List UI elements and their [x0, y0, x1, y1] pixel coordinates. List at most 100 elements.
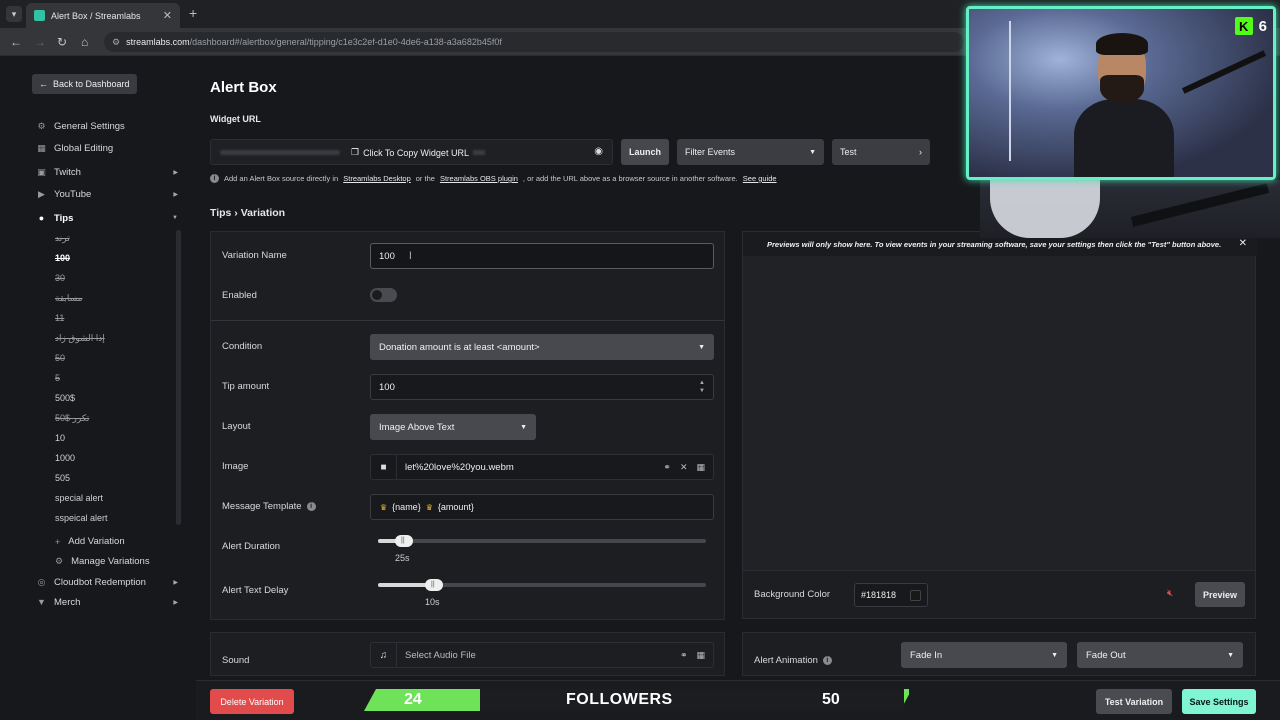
variation-item[interactable]: 5	[55, 373, 60, 383]
filter-events-select[interactable]: Filter Events ▼	[677, 139, 824, 165]
test-variation-button[interactable]: Test Variation	[1096, 689, 1172, 714]
variation-item[interactable]: 30	[55, 273, 65, 283]
mute-icon[interactable]: 🔇︎	[1167, 588, 1173, 599]
variation-item[interactable]: ترند	[55, 233, 70, 244]
image-file-field[interactable]: ■ let%20love%20you.webm ⚭ ✕ ▦	[370, 454, 714, 480]
preview-button[interactable]: Preview	[1195, 582, 1245, 607]
variation-item[interactable]: 1000	[55, 453, 75, 463]
tip-amount-input[interactable]: 100 ▲ ▼	[370, 374, 714, 400]
copy-url[interactable]: ❐ Click To Copy Widget URL	[351, 147, 469, 158]
obs-plugin-link[interactable]: Streamlabs OBS plugin	[440, 174, 518, 183]
variation-name-value: 100	[379, 250, 395, 262]
variation-name-label: Variation Name	[222, 250, 287, 261]
delete-variation-button[interactable]: Delete Variation	[210, 689, 294, 714]
preview-area: Previews will only show here. To view ev…	[742, 231, 1257, 571]
video-file-icon[interactable]: ■	[371, 455, 397, 479]
variation-item[interactable]: 50$ تكرر	[55, 413, 89, 424]
sidebar-item-twitch[interactable]: ▣ Twitch ▶	[36, 164, 184, 180]
forward-icon[interactable]: →	[34, 35, 46, 49]
tab-title: Alert Box / Streamlabs	[51, 10, 141, 21]
variation-item[interactable]: 500$	[55, 393, 75, 403]
variation-item[interactable]: sspeical alert	[55, 513, 108, 523]
sound-file-field[interactable]: ♫ Select Audio File ⚭ ▦	[370, 642, 714, 668]
twitch-icon: ▣	[37, 166, 46, 177]
enabled-toggle[interactable]	[370, 288, 397, 302]
sidebar-item-label: General Settings	[54, 120, 125, 132]
color-swatch[interactable]	[910, 589, 921, 601]
info-icon[interactable]: i	[306, 502, 316, 511]
music-note-icon[interactable]: ♫	[371, 643, 397, 667]
reload-icon[interactable]: ↻	[57, 35, 67, 49]
grid-icon[interactable]: ▦	[696, 650, 705, 661]
background-color-input[interactable]: #181818	[854, 583, 928, 607]
variation-item-selected[interactable]: 100	[44, 249, 177, 266]
animation-in-select[interactable]: Fade In ▼	[901, 642, 1067, 668]
save-settings-button[interactable]: Save Settings	[1182, 689, 1256, 714]
variation-item[interactable]: special alert	[55, 493, 103, 503]
tab-search-icon[interactable]: ▾	[6, 6, 22, 22]
slider-thumb[interactable]	[425, 579, 443, 591]
chevron-down-icon: ▼	[1227, 651, 1234, 659]
browser-tab[interactable]: Alert Box / Streamlabs ✕	[26, 3, 180, 28]
alert-animation-text: Alert Animation	[754, 655, 818, 666]
animation-out-select[interactable]: Fade Out ▼	[1077, 642, 1243, 668]
alert-text-delay-slider[interactable]	[378, 579, 706, 591]
slider-thumb[interactable]	[395, 535, 413, 547]
info-icon: i	[210, 174, 219, 183]
sidebar-item-general-settings[interactable]: ⚙ General Settings	[36, 118, 184, 134]
stepper-arrows-icon[interactable]: ▲ ▼	[699, 379, 705, 395]
layout-select[interactable]: Image Above Text ▼	[370, 414, 536, 440]
close-icon[interactable]: ✕	[680, 462, 688, 473]
variation-item[interactable]: مسابقة	[55, 293, 82, 304]
animation-out-value: Fade Out	[1086, 649, 1126, 661]
variation-item[interactable]: 11	[55, 313, 64, 323]
webcam-shoulder	[990, 180, 1100, 238]
info-text: or the	[415, 174, 435, 183]
variation-item[interactable]: 50	[55, 353, 65, 363]
variation-item[interactable]: إذا الشوق زاد	[55, 333, 105, 344]
variation-basic-panel: Variation Name 100 I Enabled	[210, 231, 725, 321]
tab-close-icon[interactable]: ✕	[163, 9, 172, 22]
site-info-icon[interactable]: ⚙	[112, 37, 120, 48]
launch-button[interactable]: Launch	[621, 139, 669, 165]
background-color-value: #181818	[861, 590, 897, 600]
url-omnibox[interactable]: ⚙ streamlabs.com /dashboard#/alertbox/ge…	[104, 32, 964, 52]
grid-icon[interactable]: ▦	[696, 462, 705, 473]
condition-select[interactable]: Donation amount is at least <amount> ▼	[370, 334, 714, 360]
sidebar-item-label: Global Editing	[54, 142, 114, 154]
variation-item[interactable]: 10	[55, 433, 65, 443]
sidebar-item-tips[interactable]: ● Tips ▼	[36, 210, 184, 226]
message-template-input[interactable]: ♛ {name} ♛ {amount}	[370, 494, 714, 520]
sidebar-item-cloudbot[interactable]: ◎ Cloudbot Redemption ▶	[36, 574, 184, 590]
variation-name-input[interactable]: 100 I	[370, 243, 714, 269]
streamlabs-desktop-link[interactable]: Streamlabs Desktop	[343, 174, 411, 183]
test-button[interactable]: Test ›	[832, 139, 930, 165]
new-tab-icon[interactable]: +	[189, 5, 197, 21]
animation-in-value: Fade In	[910, 649, 943, 661]
test-label: Test	[840, 147, 857, 157]
sidebar-item-merch[interactable]: ▼ Merch ▶	[36, 594, 184, 610]
back-to-dashboard-button[interactable]: ← Back to Dashboard	[32, 74, 137, 94]
add-variation-button[interactable]: + Add Variation	[55, 536, 125, 547]
page-title: Alert Box	[210, 79, 277, 96]
eye-icon[interactable]: ◉	[594, 146, 603, 157]
widget-url-field[interactable]: ❐ Click To Copy Widget URL ◉	[210, 139, 613, 165]
alert-duration-slider[interactable]	[378, 535, 706, 547]
home-icon[interactable]: ⌂	[81, 35, 88, 49]
variation-item[interactable]: 505	[55, 473, 70, 483]
link-icon[interactable]: ⚭	[663, 462, 671, 473]
back-icon[interactable]: ←	[10, 35, 22, 49]
close-icon[interactable]: ✕	[1239, 238, 1247, 249]
chevron-down-icon: ▼	[1051, 651, 1058, 659]
chevron-right-icon: ▶	[173, 191, 178, 198]
variations-scrollbar[interactable]	[176, 230, 181, 525]
kick-count: 6	[1258, 17, 1267, 35]
chevron-down-icon: ▼	[172, 215, 178, 221]
link-icon[interactable]: ⚭	[680, 650, 688, 661]
info-icon[interactable]: i	[822, 656, 832, 665]
sidebar-item-global-editing[interactable]: ▦ Global Editing	[36, 140, 184, 156]
manage-variations-button[interactable]: ⚙ Manage Variations	[55, 556, 150, 567]
see-guide-link[interactable]: See guide	[743, 174, 777, 183]
sidebar-item-youtube[interactable]: ▶ YouTube ▶	[36, 186, 184, 202]
sound-filename: Select Audio File	[405, 649, 476, 661]
